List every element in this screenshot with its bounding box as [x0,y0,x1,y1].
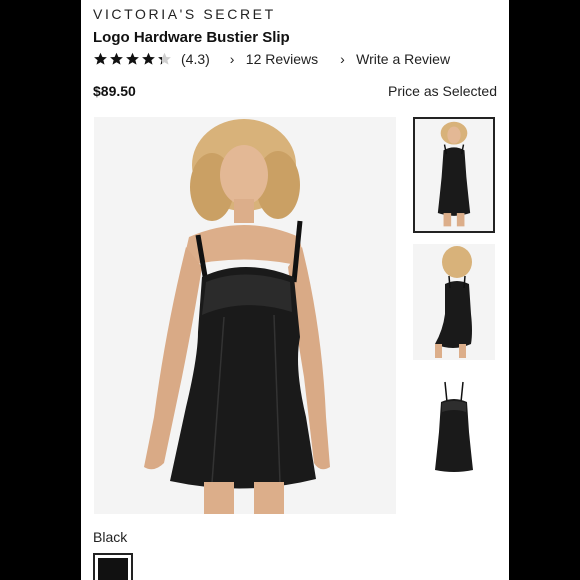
thumbnail-front[interactable] [413,117,495,233]
color-label: Black [93,529,128,545]
rating-value: (4.3) [181,51,210,67]
write-review-link[interactable]: › Write a Review [340,51,450,67]
swatch-fill [98,558,128,580]
chevron-right-icon: › [229,51,235,67]
thumbnail-back-illustration [435,246,472,358]
reviews-link-label: 12 Reviews [245,51,319,67]
chevron-right-icon: › [340,51,345,67]
thumbnail-flat-illustration [435,381,473,472]
rating-row: (4.3) › 12 Reviews › Write a Review [93,50,450,68]
reviews-link[interactable]: › 12 Reviews [230,51,318,67]
star-icon [126,52,139,65]
write-review-label: Write a Review [356,51,451,67]
star-icon [142,52,155,65]
star-rating [93,52,173,66]
star-icon [110,52,123,65]
thumbnail-flat[interactable] [413,372,495,488]
color-swatch-black[interactable] [93,553,133,580]
thumbnail-back[interactable] [413,244,495,360]
brand-logo: VICTORIA'S SECRET [93,6,276,22]
product-title: Logo Hardware Bustier Slip [93,29,290,46]
star-icon [158,52,171,65]
model-figure-illustration [144,119,330,514]
star-icon [94,52,107,65]
product-page: VICTORIA'S SECRET Logo Hardware Bustier … [81,0,509,580]
price: $89.50 [93,83,136,99]
main-product-image[interactable] [94,117,396,514]
price-note: Price as Selected [388,83,497,99]
thumbnail-front-illustration [437,121,471,227]
